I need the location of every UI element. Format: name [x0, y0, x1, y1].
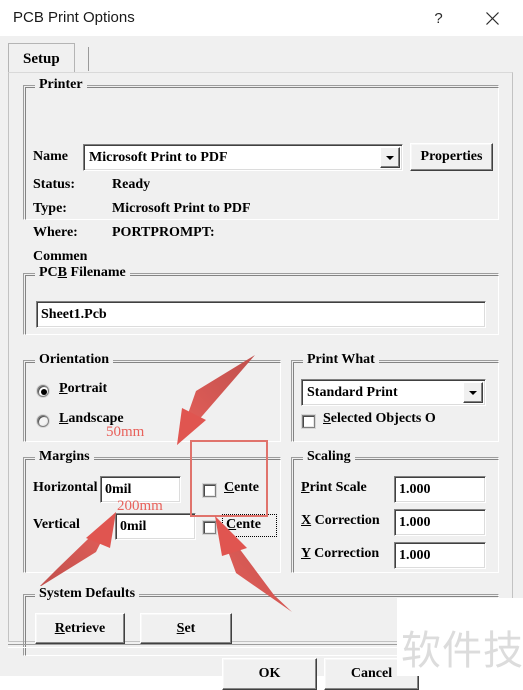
printer-name-combo[interactable]: Microsoft Print to PDF [83, 144, 403, 171]
pcb-filename-value: Sheet1.Pcb [41, 306, 107, 322]
radio-landscape[interactable] [37, 415, 49, 427]
ok-button[interactable]: OK [222, 658, 317, 690]
radio-portrait[interactable] [37, 385, 49, 397]
scaling-y-correction-label: Y Correction [301, 546, 380, 561]
chevron-down-icon[interactable] [380, 147, 400, 168]
radio-portrait-label: Portrait [59, 381, 108, 396]
tab-strip: Setup [8, 43, 515, 74]
orientation-group: Orientation [23, 352, 281, 442]
tab-page-setup: Printer Name Microsoft Print to PDF Prop… [8, 72, 513, 656]
chevron-down-icon[interactable] [463, 382, 483, 403]
annotation-highlight-box [190, 440, 268, 517]
margins-horizontal-value: 0mil [105, 481, 132, 497]
scaling-group-title: Scaling [303, 449, 355, 465]
printer-where-value: PORTPROMPT: [112, 225, 215, 240]
scaling-print-scale-input[interactable]: 1.000 [394, 476, 486, 503]
system-defaults-group-title: System Defaults [35, 586, 140, 602]
annotation-margin-bottom-note: 200mm [117, 498, 163, 514]
checkbox-selected-objects-label: Selected Objects O [323, 411, 436, 426]
margins-horizontal-label: Horizontal [33, 480, 98, 495]
scaling-print-scale-value: 1.000 [399, 481, 431, 497]
scaling-y-correction-value: 1.000 [399, 547, 431, 563]
printer-status-label: Status: [33, 177, 76, 192]
scaling-y-correction-input[interactable]: 1.000 [394, 542, 486, 569]
window-title: PCB Print Options [13, 9, 135, 26]
scaling-x-correction-input[interactable]: 1.000 [394, 509, 486, 536]
tab-setup[interactable]: Setup [8, 43, 75, 74]
margins-vertical-label: Vertical [33, 517, 80, 532]
printer-properties-button[interactable]: Properties [410, 143, 493, 171]
printer-type-value: Microsoft Print to PDF [112, 201, 251, 216]
pcb-filename-input[interactable]: Sheet1.Pcb [36, 301, 486, 328]
print-what-combo[interactable]: Standard Print [301, 379, 486, 406]
margins-vertical-input[interactable]: 0mil [115, 513, 196, 540]
title-bar: PCB Print Options ? [0, 0, 523, 37]
scaling-x-correction-label: X Correction [301, 513, 380, 528]
close-icon[interactable] [470, 0, 515, 36]
print-what-value: Standard Print [307, 384, 398, 400]
watermark-text: 软件技巧 [401, 628, 523, 674]
help-icon[interactable]: ? [416, 0, 461, 36]
printer-name-value: Microsoft Print to PDF [89, 149, 228, 165]
printer-status-value: Ready [112, 177, 151, 192]
orientation-group-title: Orientation [35, 352, 113, 368]
scaling-x-correction-value: 1.000 [399, 514, 431, 530]
checkbox-center-vertical[interactable] [203, 521, 216, 534]
printer-comment-label: Commen [33, 249, 88, 264]
set-button[interactable]: Set [140, 613, 232, 644]
scaling-print-scale-label: Print Scale [301, 480, 367, 495]
printer-where-label: Where: [33, 225, 78, 240]
focus-indicator [222, 514, 277, 537]
pcb-filename-group-title: PCB Filename [35, 265, 130, 281]
tab-separator [88, 47, 89, 71]
margins-group-title: Margins [35, 449, 94, 465]
checkbox-selected-objects[interactable] [302, 415, 315, 428]
dialog-client-area: Setup Printer Name Microsoft Print to PD… [0, 36, 523, 690]
printer-group-title: Printer [35, 77, 87, 93]
print-what-group-title: Print What [303, 352, 379, 368]
annotation-margin-top-note: 50mm [106, 424, 145, 440]
radio-portrait-dot [41, 389, 47, 395]
retrieve-button[interactable]: Retrieve [35, 613, 125, 644]
pcb-print-options-dialog: PCB Print Options ? Setup Printer Name M… [0, 0, 523, 690]
margins-vertical-value: 0mil [120, 518, 147, 534]
printer-type-label: Type: [33, 201, 67, 216]
